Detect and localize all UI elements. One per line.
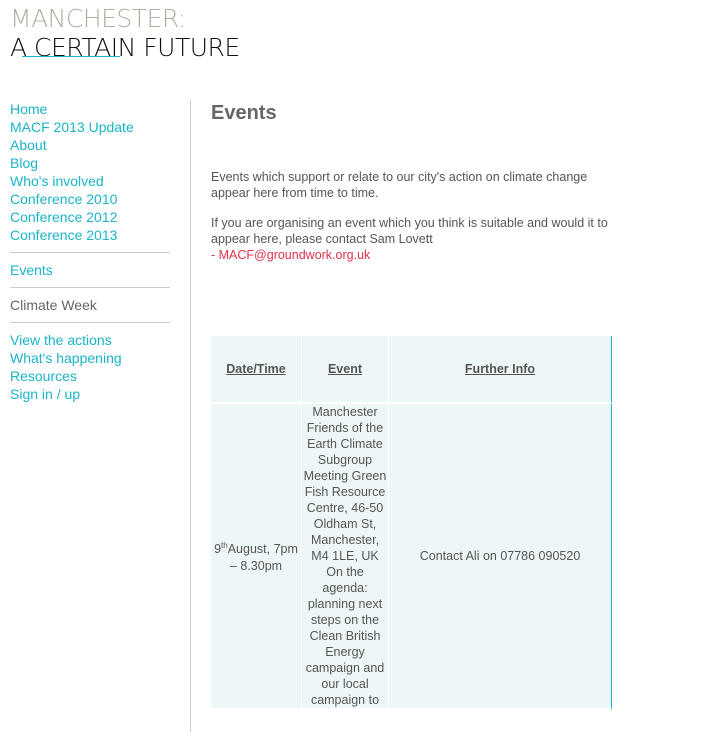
sort-event-link[interactable]: Event — [328, 362, 362, 376]
sidebar-divider — [190, 100, 191, 732]
nav-divider — [10, 252, 170, 253]
nav-view-the-actions[interactable]: View the actions — [10, 331, 170, 349]
logo-line-certain-future: A CERTAIN FUTURE — [10, 33, 240, 62]
nav-group-actions: View the actions What's happening Resour… — [10, 331, 170, 403]
sort-date-time-link[interactable]: Date/Time — [226, 362, 286, 376]
logo-underline — [22, 56, 120, 57]
nav-whos-involved[interactable]: Who's involved — [10, 172, 170, 190]
header-further-info[interactable]: Further Info — [389, 336, 612, 404]
contact-email-link[interactable]: MACF@groundwork.org.uk — [219, 248, 371, 262]
nav-sign-in[interactable]: Sign in / up — [10, 385, 170, 403]
contact-paragraph: If you are organising an event which you… — [211, 215, 621, 263]
cell-event: Manchester Friends of the Earth Climate … — [302, 404, 389, 710]
nav-resources[interactable]: Resources — [10, 367, 170, 385]
nav-divider — [10, 322, 170, 323]
nav-blog[interactable]: Blog — [10, 154, 170, 172]
date-suffix: th — [221, 541, 228, 551]
table-header-row: Date/Time Event Further Info — [211, 336, 612, 404]
nav-events[interactable]: Events — [10, 261, 170, 279]
nav-group-main: Home MACF 2013 Update About Blog Who's i… — [10, 100, 170, 244]
contact-text: If you are organising an event which you… — [211, 216, 608, 246]
sort-further-info-link[interactable]: Further Info — [465, 362, 535, 376]
sidebar-nav: Home MACF 2013 Update About Blog Who's i… — [10, 100, 170, 403]
cell-further-info: Contact Ali on 07786 090520 — [389, 404, 612, 710]
intro-paragraph: Events which support or relate to our ci… — [211, 170, 588, 200]
logo-line-manchester: MANCHESTER: — [10, 4, 186, 33]
nav-about[interactable]: About — [10, 136, 170, 154]
nav-divider — [10, 287, 170, 288]
main-content: Events Events which support or relate to… — [211, 100, 621, 262]
contact-dash: - — [211, 248, 219, 262]
nav-climate-week[interactable]: Climate Week — [10, 296, 170, 314]
cell-date-time: 9thAugust, 7pm – 8.30pm — [211, 404, 302, 710]
events-table: Date/Time Event Further Info 9thAugust, … — [211, 336, 612, 710]
nav-conference-2010[interactable]: Conference 2010 — [10, 190, 170, 208]
nav-home[interactable]: Home — [10, 100, 170, 118]
date-day: 9 — [214, 542, 222, 557]
date-rest: August, 7pm – 8.30pm — [227, 542, 298, 573]
table-row: 9thAugust, 7pm – 8.30pm Manchester Frien… — [211, 404, 612, 710]
site-logo[interactable]: MANCHESTER: A CERTAIN FUTURE — [10, 4, 240, 62]
header-date-time[interactable]: Date/Time — [211, 336, 302, 404]
nav-macf-2013-update[interactable]: MACF 2013 Update — [10, 118, 170, 136]
page-title: Events — [211, 102, 277, 124]
nav-conference-2012[interactable]: Conference 2012 — [10, 208, 170, 226]
header-event[interactable]: Event — [302, 336, 389, 404]
nav-whats-happening[interactable]: What's happening — [10, 349, 170, 367]
nav-conference-2013[interactable]: Conference 2013 — [10, 226, 170, 244]
